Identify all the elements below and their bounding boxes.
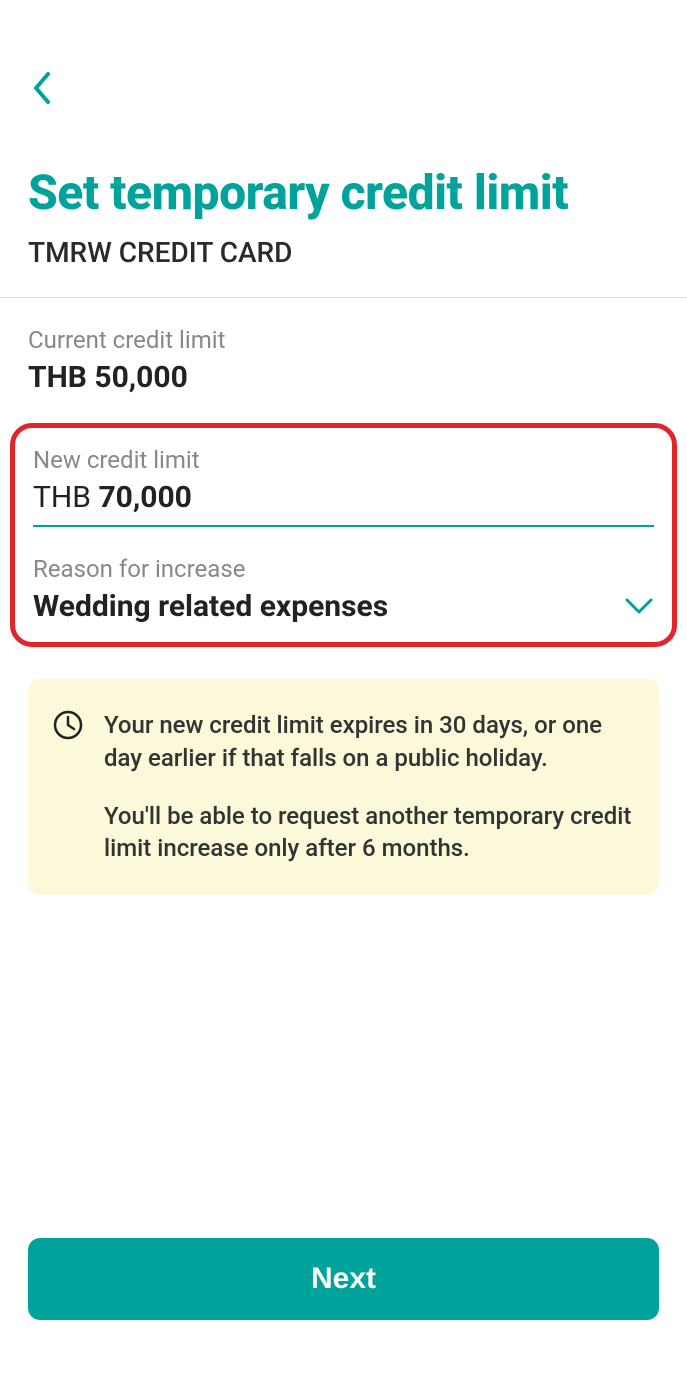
current-limit-section: Current credit limit THB 50,000: [28, 326, 659, 395]
reason-label: Reason for increase: [33, 555, 654, 583]
info-text: Your new credit limit expires in 30 days…: [104, 709, 635, 865]
new-limit-label: New credit limit: [33, 446, 654, 474]
page-title: Set temporary credit limit: [28, 165, 659, 220]
chevron-down-icon[interactable]: [624, 595, 654, 619]
card-name: TMRW CREDIT CARD: [28, 236, 659, 269]
reason-value: Wedding related expenses: [33, 589, 388, 624]
current-limit-label: Current credit limit: [28, 326, 659, 354]
new-limit-value: THB 70,000: [33, 480, 654, 515]
info-box: Your new credit limit expires in 30 days…: [28, 679, 659, 895]
next-button[interactable]: Next: [28, 1238, 659, 1320]
info-line-1: Your new credit limit expires in 30 days…: [104, 709, 635, 774]
reason-field[interactable]: Reason for increase Wedding related expe…: [33, 555, 654, 624]
new-limit-field[interactable]: New credit limit THB 70,000: [33, 446, 654, 527]
current-limit-value: THB 50,000: [28, 360, 659, 395]
back-icon[interactable]: [28, 70, 56, 110]
highlight-box: New credit limit THB 70,000 Reason for i…: [10, 423, 677, 647]
clock-icon: [52, 709, 84, 745]
info-line-2: You'll be able to request another tempor…: [104, 800, 635, 865]
